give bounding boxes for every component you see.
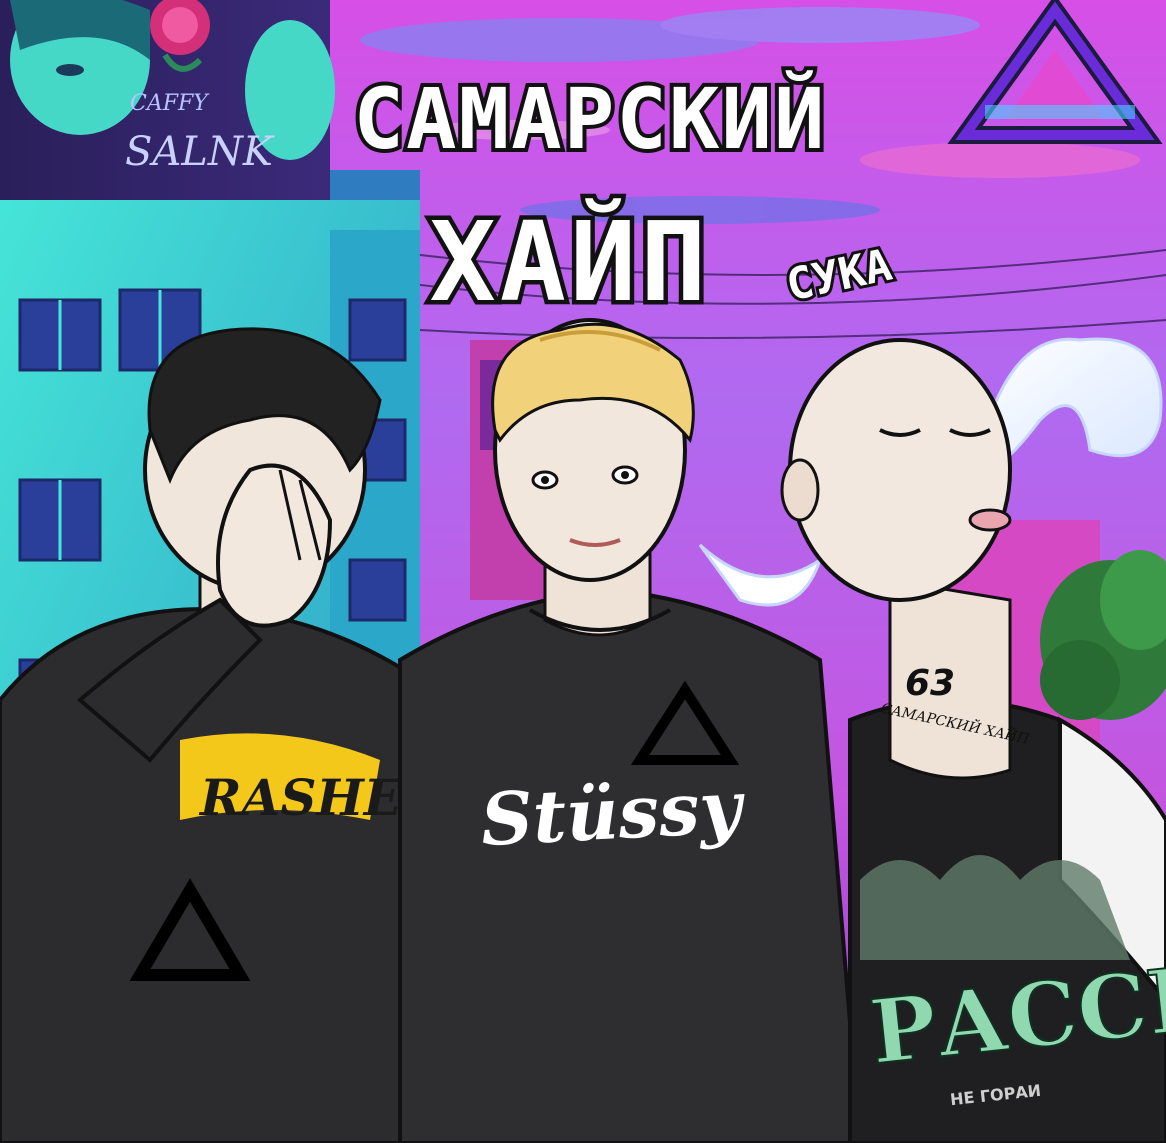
album-cover-artwork: CAFFY SALNK RASHER Stüssy 63 САМАРСКИЙ Х…	[0, 0, 1166, 1143]
neck-number: 63	[905, 663, 955, 704]
shirt-middle-text: Stüssy	[479, 763, 748, 862]
billboard: CAFFY SALNK	[0, 0, 335, 200]
billboard-text-bottom: SALNK	[125, 129, 275, 175]
billboard-text-top: CAFFY	[130, 91, 210, 116]
artwork-scene: CAFFY SALNK RASHER Stüssy 63 САМАРСКИЙ Х…	[0, 0, 1166, 1143]
title-line-2: ХАЙП	[430, 197, 711, 326]
title-line-1: САМАРСКИЙ	[353, 70, 826, 168]
